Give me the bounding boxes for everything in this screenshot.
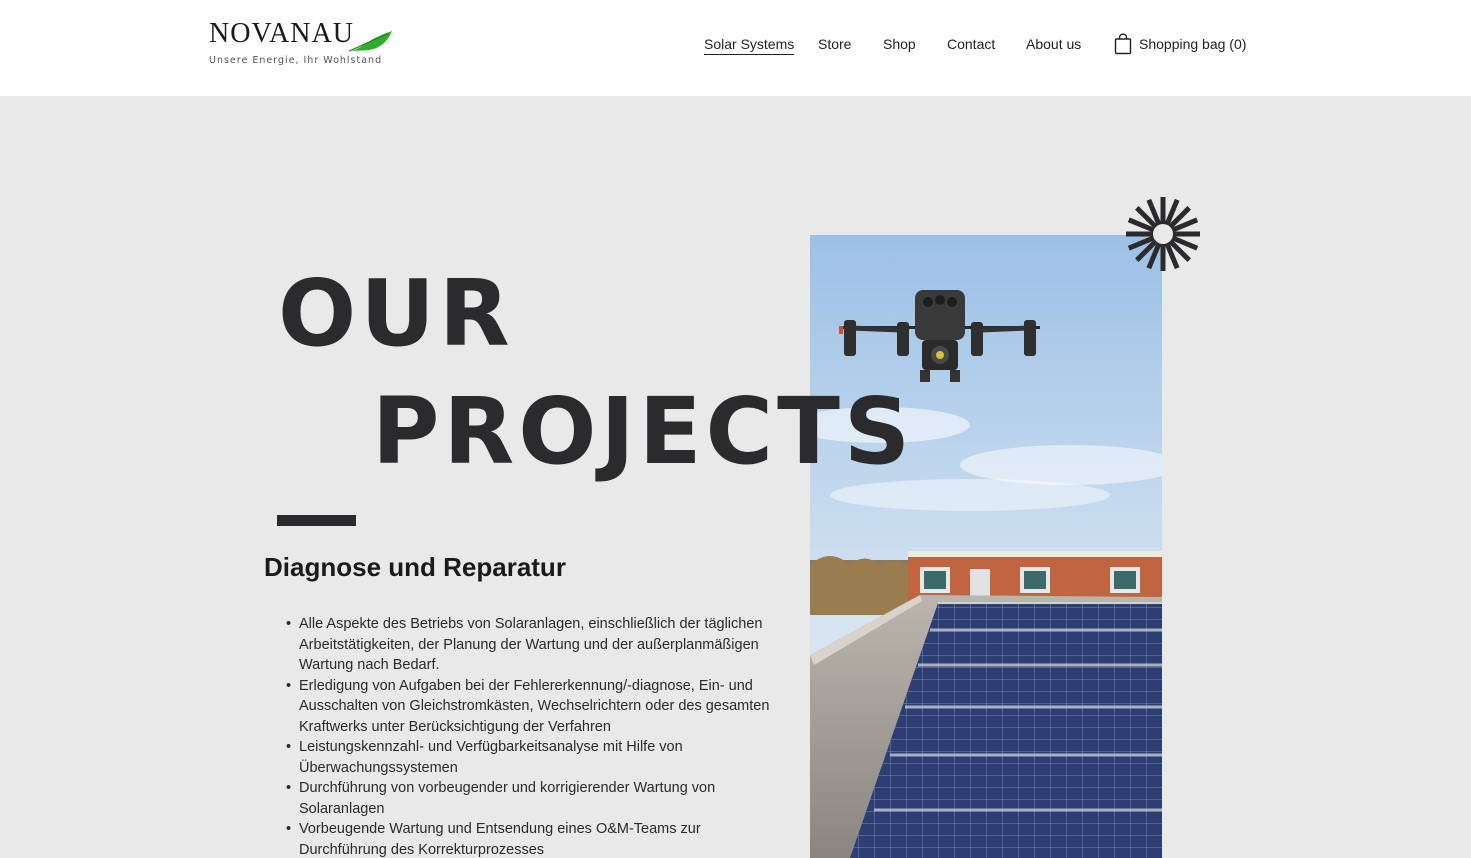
brand-tagline: Unsere Energie, Ihr Wohlstand (209, 55, 383, 66)
service-list: Alle Aspekte des Betriebs von Solaranlag… (286, 614, 776, 858)
list-item: Leistungskennzahl- und Verfügbarkeitsana… (286, 737, 776, 778)
list-item: Durchführung von vorbeugender und korrig… (286, 778, 776, 819)
project-photo (810, 235, 1162, 858)
nav-item-contact[interactable]: Contact (947, 36, 995, 52)
main-nav: Solar Systems Store Shop Contact About u… (0, 33, 1471, 56)
hero-heading-line1: OUR (278, 260, 514, 367)
hero-heading-line2: PROJECTS (372, 378, 915, 485)
nav-item-about-us[interactable]: About us (1026, 36, 1081, 52)
sunburst-icon (1126, 197, 1200, 271)
shopping-bag-icon (1114, 33, 1132, 55)
nav-item-store[interactable]: Store (818, 36, 851, 52)
shopping-bag-label: Shopping bag (0) (1139, 36, 1247, 52)
heading-divider (277, 515, 356, 526)
nav-item-solar-systems[interactable]: Solar Systems (704, 36, 795, 55)
drone-solar-image (810, 235, 1162, 858)
list-item: Erledigung von Aufgaben bei der Fehlerer… (286, 676, 776, 738)
shopping-bag-button[interactable]: Shopping bag (0) (1114, 33, 1246, 55)
list-item: Alle Aspekte des Betriebs von Solaranlag… (286, 614, 776, 676)
nav-item-shop[interactable]: Shop (883, 36, 916, 52)
list-item: Vorbeugende Wartung und Entsendung eines… (286, 819, 776, 858)
site-header: NOVANAU Unsere Energie, Ihr Wohlstand So… (0, 0, 1471, 96)
section-title: Diagnose und Reparatur (264, 552, 566, 582)
